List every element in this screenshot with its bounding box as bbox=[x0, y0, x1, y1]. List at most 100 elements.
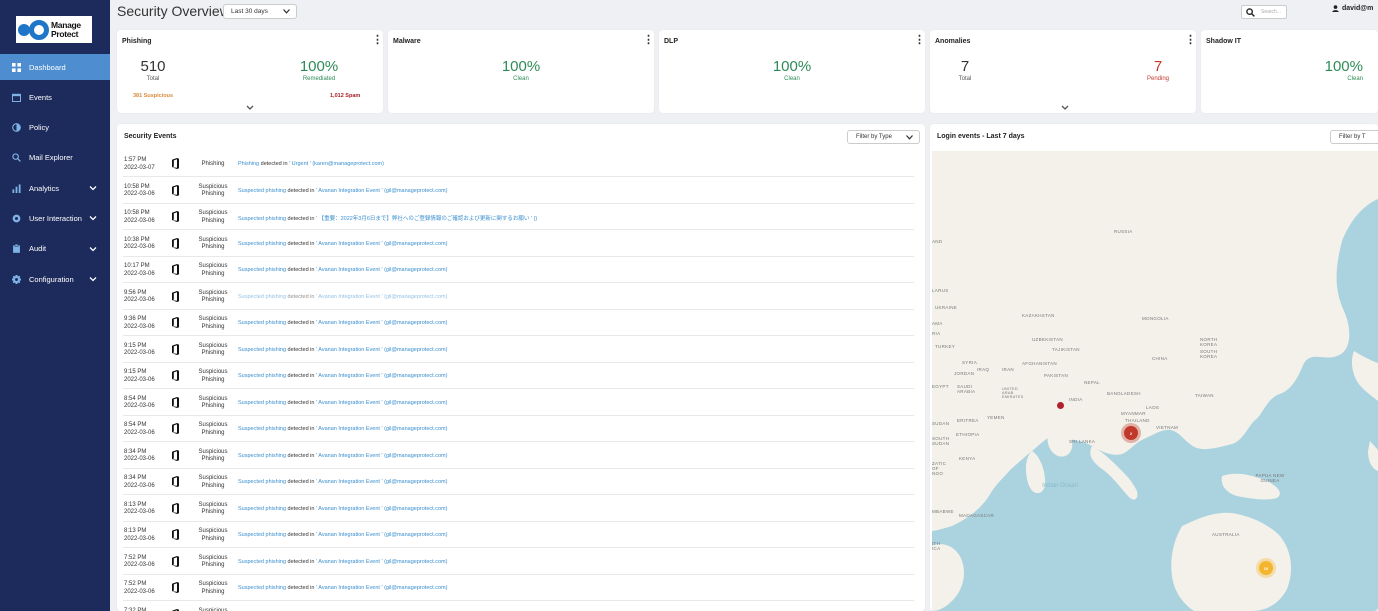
table-row[interactable]: 8:13 PM 2022-03-06 Suspicious Phishing Suspe… bbox=[117, 496, 917, 522]
event-folder-link[interactable]: ' Avanan Integration Event ' bbox=[316, 373, 383, 379]
event-folder-link[interactable]: ' Avanan Integration Event ' bbox=[316, 241, 383, 247]
table-row[interactable]: 7:52 PM 2022-03-06 Suspicious Phishing Suspe… bbox=[117, 575, 917, 601]
table-row[interactable]: 8:34 PM 2022-03-06 Suspicious Phishing Suspe… bbox=[117, 443, 917, 469]
event-type-link[interactable]: Suspected phishing bbox=[238, 188, 286, 194]
table-row[interactable]: 10:58 PM 2022-03-06 Suspicious Phishing Susp… bbox=[117, 178, 917, 204]
event-email-link[interactable]: (gil@manageprotect.com) bbox=[384, 426, 447, 432]
chevron-down-icon[interactable] bbox=[1060, 104, 1070, 112]
event-email-link[interactable]: (gil@manageprotect.com) bbox=[384, 453, 447, 459]
date-range-select[interactable]: Last 30 days bbox=[223, 4, 297, 19]
map-label: UNITED ARAB EMIRATES bbox=[1002, 387, 1024, 399]
event-folder-link[interactable]: ' Avanan Integration Event ' bbox=[316, 506, 383, 512]
user-menu[interactable]: david@m bbox=[1332, 5, 1373, 12]
sidebar-item-policy[interactable]: Policy bbox=[0, 115, 110, 141]
login-cluster-yellow[interactable]: 10 bbox=[1259, 561, 1273, 575]
event-type-link[interactable]: Suspected phishing bbox=[238, 320, 286, 326]
event-email-link[interactable]: (gil@manageprotect.com) bbox=[384, 532, 447, 538]
table-row[interactable]: 10:38 PM 2022-03-06 Suspicious Phishing Susp… bbox=[117, 231, 917, 257]
event-time: 8:34 PM 2022-03-06 bbox=[124, 475, 155, 489]
event-type-link[interactable]: Suspected phishing bbox=[238, 216, 286, 222]
sidebar-item-mail-explorer[interactable]: Mail Explorer bbox=[0, 145, 110, 171]
event-type-link[interactable]: Suspected phishing bbox=[238, 506, 286, 512]
office365-icon bbox=[172, 423, 179, 434]
event-folder-link[interactable]: ' Urgent ' bbox=[289, 161, 311, 167]
event-email-link[interactable]: (gil@manageprotect.com) bbox=[384, 320, 447, 326]
event-email-link[interactable]: (gil@manageprotect.com) bbox=[384, 241, 447, 247]
table-row[interactable]: 9:56 PM 2022-03-06 Suspicious Phishing Suspe… bbox=[117, 284, 917, 310]
table-row[interactable]: 9:15 PM 2022-03-06 Suspicious Phishing Suspe… bbox=[117, 363, 917, 389]
table-row[interactable]: 9:15 PM 2022-03-06 Suspicious Phishing Suspe… bbox=[117, 337, 917, 363]
event-type-link[interactable]: Suspected phishing bbox=[238, 479, 286, 485]
event-folder-link[interactable]: ' Avanan Integration Event ' bbox=[316, 294, 383, 300]
event-email-link[interactable]: (gil@manageprotect.com) bbox=[384, 479, 447, 485]
sidebar-item-configuration[interactable]: Configuration bbox=[0, 266, 110, 292]
sidebar-item-user-interaction[interactable]: User Interaction bbox=[0, 205, 110, 231]
event-type-link[interactable]: Suspected phishing bbox=[238, 400, 286, 406]
event-type-link[interactable]: Suspected phishing bbox=[238, 532, 286, 538]
event-folder-link[interactable]: ' Avanan Integration Event ' bbox=[316, 347, 383, 353]
table-row[interactable]: 8:54 PM 2022-03-06 Suspicious Phishing Suspe… bbox=[117, 390, 917, 416]
event-type-link[interactable]: Suspected phishing bbox=[238, 294, 286, 300]
sidebar-item-analytics[interactable]: Analytics bbox=[0, 175, 110, 201]
sidebar-item-dashboard[interactable]: Dashboard bbox=[0, 54, 110, 80]
table-row[interactable]: 7:32 PM2022-03-06SuspiciousPhishingSuspe… bbox=[117, 602, 917, 611]
event-folder-link[interactable]: ' Avanan Integration Event ' bbox=[316, 559, 383, 565]
table-row[interactable]: 10:17 PM 2022-03-06 Suspicious Phishing Susp… bbox=[117, 257, 917, 283]
table-row[interactable]: 8:34 PM 2022-03-06 Suspicious Phishing Suspe… bbox=[117, 469, 917, 495]
login-marker[interactable] bbox=[1057, 402, 1064, 409]
manage-protect-logo[interactable]: Manage Protect bbox=[16, 16, 92, 43]
event-type-link[interactable]: Suspected phishing bbox=[238, 426, 286, 432]
chevron-down-icon[interactable] bbox=[245, 104, 255, 112]
filter-by-type-select[interactable]: Filter by Type bbox=[847, 130, 920, 144]
login-map[interactable]: RUSSIA AND LARUS UKRAINE AMA KAZAKHSTAN … bbox=[932, 151, 1378, 611]
table-row[interactable]: 9:36 PM 2022-03-06 Suspicious Phishing Suspe… bbox=[117, 310, 917, 336]
event-email-link[interactable]: (gil@manageprotect.com) bbox=[384, 294, 447, 300]
office365-icon bbox=[172, 529, 179, 540]
event-email-link[interactable]: (gil@manageprotect.com) bbox=[384, 585, 447, 591]
login-cluster-red[interactable]: 2 bbox=[1124, 426, 1138, 440]
kebab-menu-icon[interactable]: ⋮ bbox=[643, 35, 654, 46]
kebab-menu-icon[interactable]: ⋮ bbox=[1185, 35, 1196, 46]
kebab-menu-icon[interactable]: ⋮ bbox=[372, 35, 383, 46]
event-type-link[interactable]: Suspected phishing bbox=[238, 559, 286, 565]
event-folder-link[interactable]: ' Avanan Integration Event ' bbox=[316, 453, 383, 459]
event-email-link[interactable]: () bbox=[534, 216, 538, 222]
event-email-link[interactable]: (gil@manageprotect.com) bbox=[384, 559, 447, 565]
event-email-link[interactable]: (gil@manageprotect.com) bbox=[384, 267, 447, 273]
table-row[interactable]: 10:58 PM 2022-03-06 Suspicious Phishing Susp… bbox=[117, 204, 917, 230]
event-email-link[interactable]: (gil@manageprotect.com) bbox=[384, 347, 447, 353]
event-folder-link[interactable]: ' Avanan Integration Event ' bbox=[316, 532, 383, 538]
event-folder-link[interactable]: ' Avanan Integration Event ' bbox=[316, 320, 383, 326]
filter-by-type-select[interactable]: Filter by T bbox=[1330, 130, 1378, 144]
kebab-menu-icon[interactable]: ⋮ bbox=[914, 35, 925, 46]
event-email-link[interactable]: (karen@manageprotect.com) bbox=[312, 161, 384, 167]
event-folder-link[interactable]: ' Avanan Integration Event ' bbox=[316, 267, 383, 273]
event-email-link[interactable]: (gil@manageprotect.com) bbox=[384, 506, 447, 512]
sidebar-item-events[interactable]: Events bbox=[0, 84, 110, 110]
event-folder-link[interactable]: ' Avanan Integration Event ' bbox=[316, 585, 383, 591]
event-folder-link[interactable]: ' Avanan Integration Event ' bbox=[316, 400, 383, 406]
event-type-link[interactable]: Suspected phishing bbox=[238, 241, 286, 247]
event-email-link[interactable]: (gil@manageprotect.com) bbox=[384, 373, 447, 379]
event-type-link[interactable]: Phishing bbox=[238, 161, 259, 167]
table-row[interactable]: 7:52 PM 2022-03-06 Suspicious Phishing Suspe… bbox=[117, 549, 917, 575]
search-input[interactable]: Search... bbox=[1241, 5, 1287, 19]
event-folder-link[interactable]: ' Avanan Integration Event ' bbox=[316, 188, 383, 194]
office365-icon bbox=[172, 317, 179, 328]
event-folder-link[interactable]: ' Avanan Integration Event ' bbox=[316, 479, 383, 485]
event-type-link[interactable]: Suspected phishing bbox=[238, 373, 286, 379]
sidebar-item-audit[interactable]: Audit bbox=[0, 236, 110, 262]
map-label: BANGLADESH bbox=[1107, 391, 1141, 396]
event-email-link[interactable]: (gil@manageprotect.com) bbox=[384, 188, 447, 194]
table-row[interactable]: 8:13 PM 2022-03-06 Suspicious Phishing Suspe… bbox=[117, 522, 917, 548]
table-row[interactable]: 1:57 PM 2022-03-07 Phishing Phishing detect… bbox=[117, 151, 917, 177]
table-row[interactable]: 8:54 PM 2022-03-06 Suspicious Phishing Suspe… bbox=[117, 416, 917, 442]
event-folder-link[interactable]: ' 【重要：2022年3月6日まで】弊社へのご登録情報のご確認および更新に関する… bbox=[316, 216, 532, 222]
event-email-link[interactable]: (gil@manageprotect.com) bbox=[384, 400, 447, 406]
event-type-link[interactable]: Suspected phishing bbox=[238, 453, 286, 459]
event-folder-link[interactable]: ' Avanan Integration Event ' bbox=[316, 426, 383, 432]
event-type-link[interactable]: Suspected phishing bbox=[238, 267, 286, 273]
map-label: ZATIC OF NGO bbox=[932, 461, 947, 476]
event-type-link[interactable]: Suspected phishing bbox=[238, 585, 286, 591]
event-type-link[interactable]: Suspected phishing bbox=[238, 347, 286, 353]
